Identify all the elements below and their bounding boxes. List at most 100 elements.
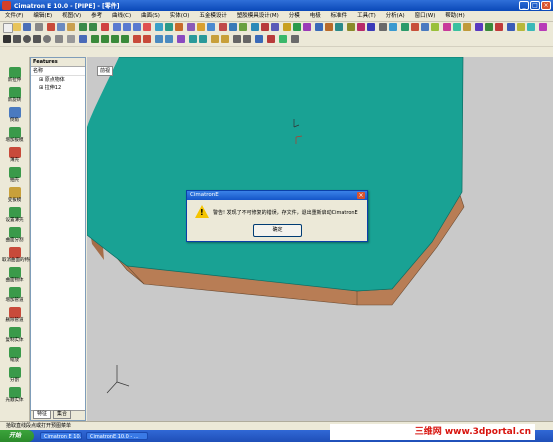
pan-icon[interactable] [123,23,131,31]
redo-icon[interactable] [89,23,97,31]
tool-a-icon[interactable] [401,23,409,31]
parting-icon[interactable] [335,23,343,31]
tool-e-icon[interactable] [443,23,451,31]
dim-icon[interactable] [79,35,87,43]
move-icon[interactable] [255,35,263,43]
extend-icon[interactable] [221,35,229,43]
pattern-icon[interactable] [243,35,251,43]
leftbar-item-surface-object[interactable]: 曲面物体 [2,267,27,284]
leftbar-item-set-shell[interactable]: 设置薄壳 [2,207,27,224]
leftbar-item-thin-shell[interactable]: 薄壳 [2,147,27,164]
solid-icon[interactable] [219,23,227,31]
blend-icon[interactable] [189,35,197,43]
save-icon[interactable] [23,23,31,31]
rotate-icon[interactable] [133,23,141,31]
leftbar-item-add-pipe[interactable]: 增加管道 [2,287,27,304]
draft-icon[interactable] [165,35,173,43]
menu-tools[interactable]: 工具(T) [354,11,379,21]
cooling-icon[interactable] [357,23,365,31]
face-icon[interactable] [279,35,287,43]
menu-curve[interactable]: 曲线(C) [109,11,134,21]
tool-f-icon[interactable] [453,23,461,31]
tool-k-icon[interactable] [507,23,515,31]
die-icon[interactable] [347,23,355,31]
menu-electrode[interactable]: 电极 [307,11,324,21]
chamfer-icon[interactable] [143,35,151,43]
fillet-icon[interactable] [133,35,141,43]
view-name-label[interactable]: 前视 [97,66,114,76]
rectangle-icon[interactable] [33,35,41,43]
undo-icon[interactable] [79,23,87,31]
cut-icon[interactable] [47,23,55,31]
tab-features[interactable]: 特征 [33,410,52,419]
analysis-icon[interactable] [261,23,269,31]
leftbar-item-cancel-surface[interactable]: 取消曲面的特征 [2,247,34,264]
loft-icon[interactable] [121,35,129,43]
tool-i-icon[interactable] [485,23,493,31]
select-icon[interactable] [3,35,11,43]
help-icon[interactable] [389,23,397,31]
filter-icon[interactable] [207,23,215,31]
line-icon[interactable] [13,35,21,43]
shell-icon[interactable] [155,35,163,43]
render-icon[interactable] [293,23,301,31]
color-icon[interactable] [197,23,205,31]
leftbar-item-shell[interactable]: 抽壳 [2,167,27,184]
menu-edit[interactable]: 编辑(E) [30,11,55,21]
leftbar-item-copy-solid[interactable]: 复制实体 [2,327,27,344]
menu-view[interactable]: 视图(V) [59,11,84,21]
features-column-header[interactable]: 名称 [31,67,85,76]
leftbar-item-surface-split[interactable]: 曲面分割 [2,227,27,244]
paste-icon[interactable] [67,23,75,31]
split-icon[interactable] [267,35,275,43]
menu-reference[interactable]: 参考 [88,11,105,21]
sweep-icon[interactable] [111,35,119,43]
minimize-button[interactable]: _ [519,1,529,10]
menu-window[interactable]: 窗口(W) [412,11,439,21]
tab-sets[interactable]: 集合 [53,410,72,419]
menu-mold-design[interactable]: 塑胶模具设计(M) [234,11,282,21]
edge-icon[interactable] [291,35,299,43]
menu-surface[interactable]: 曲面(S) [138,11,163,21]
light-icon[interactable] [283,23,291,31]
menu-help[interactable]: 帮助(H) [442,11,467,21]
menu-analysis[interactable]: 分析(A) [383,11,408,21]
trim-icon[interactable] [211,35,219,43]
boolean-icon[interactable] [177,35,185,43]
view-icon[interactable] [155,23,163,31]
close-button[interactable]: × [541,1,551,10]
tree-item-extrude[interactable]: ⊞ 拉伸12 [31,84,85,92]
expand-icon[interactable]: ⊞ [39,85,43,91]
copy-icon[interactable] [57,23,65,31]
extrude-icon[interactable] [91,35,99,43]
electrode-icon[interactable] [315,23,323,31]
layer-icon[interactable] [187,23,195,31]
menu-standard-parts[interactable]: 标准件 [328,11,351,21]
leftbar-item-revolve[interactable]: 新旋转 [2,87,27,104]
open-icon[interactable] [13,23,21,31]
tool-d-icon[interactable] [431,23,439,31]
leftbar-item-scale[interactable]: 缩放 [2,347,27,364]
tool-h-icon[interactable] [475,23,483,31]
offset-icon[interactable] [199,35,207,43]
leftbar-item-split[interactable]: 分割 [2,367,27,384]
shade-icon[interactable] [165,23,173,31]
tool-c-icon[interactable] [421,23,429,31]
menu-file[interactable]: 文件(F) [2,11,26,21]
section-icon[interactable] [271,23,279,31]
tool-j-icon[interactable] [495,23,503,31]
material-icon[interactable] [303,23,311,31]
fit-icon[interactable] [143,23,151,31]
leftbar-item-extrude[interactable]: 新拉伸 [2,67,27,84]
zoom-icon[interactable] [113,23,121,31]
leftbar-item-delete-pipe[interactable]: 删除管道 [2,307,27,324]
taskbar-item[interactable]: Cimatron E 10.0 - [...] [40,432,82,440]
spline-icon[interactable] [55,35,63,43]
ok-button[interactable]: 确定 [253,224,302,237]
maximize-button[interactable]: □ [530,1,540,10]
mirror-icon[interactable] [233,35,241,43]
arc-icon[interactable] [43,35,51,43]
dialog-close-button[interactable]: × [357,192,365,199]
taskbar-item[interactable]: CimatronE 10.0 - ... [86,432,148,440]
circle-icon[interactable] [23,35,31,43]
